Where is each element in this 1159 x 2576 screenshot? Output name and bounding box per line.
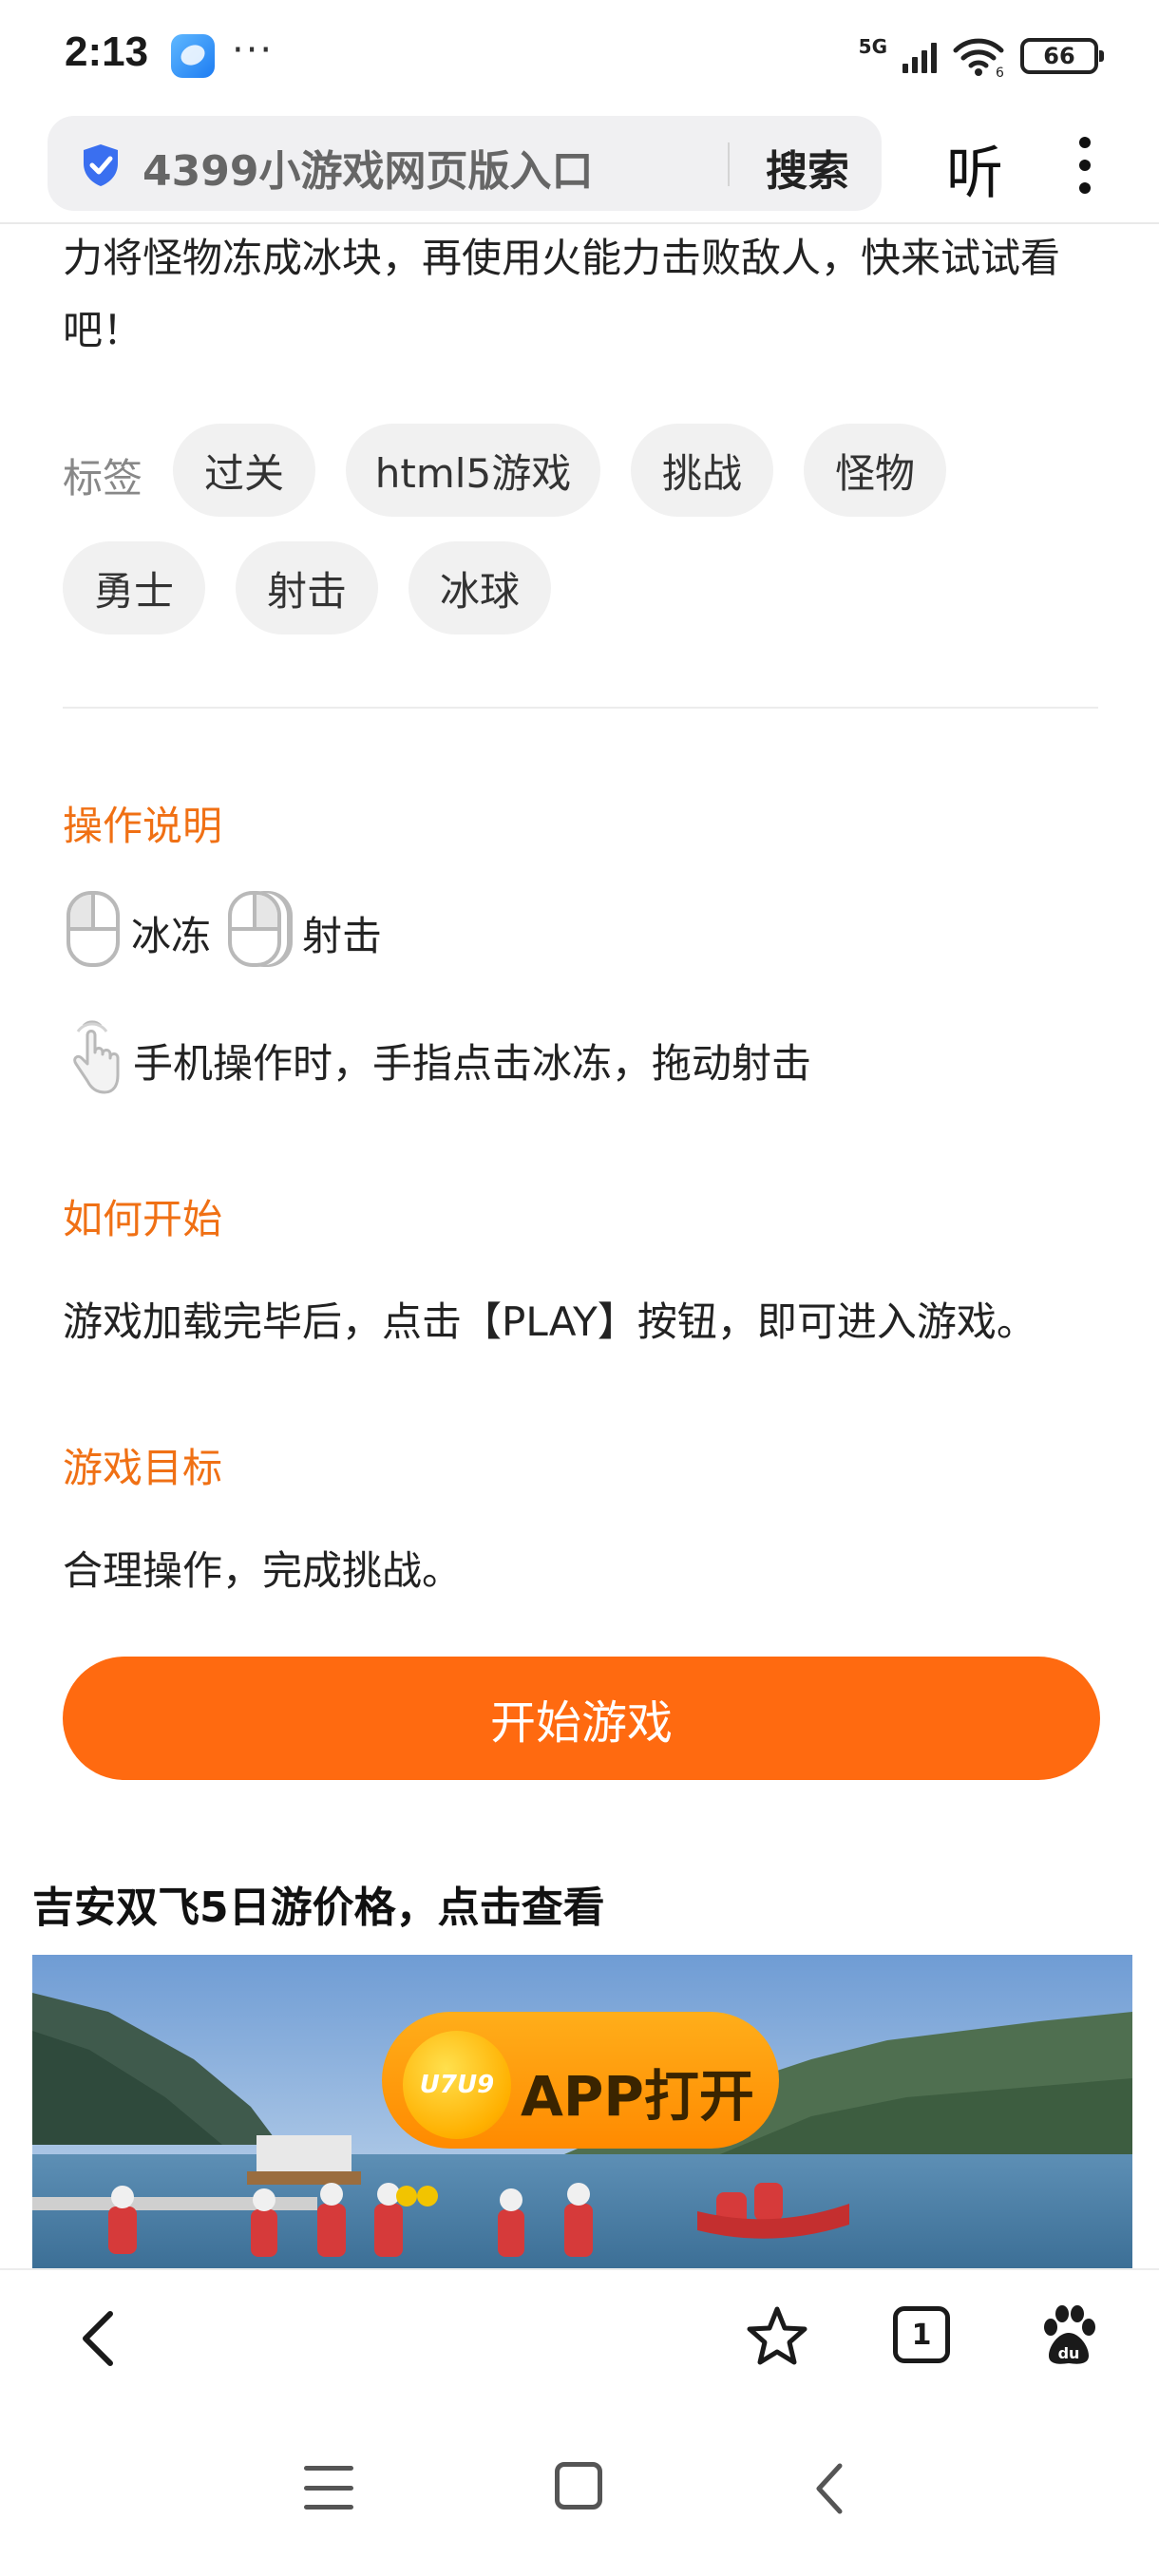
recents-menu-icon[interactable] xyxy=(304,2466,353,2510)
controls-title: 操作说明 xyxy=(63,803,223,849)
mouse-left-click-icon xyxy=(66,891,120,967)
browser-address-bar: 4399小游戏网页版入口 搜索 听 xyxy=(0,112,1159,224)
battery-icon: 66 xyxy=(1020,38,1104,74)
control-right-label: 射击 xyxy=(302,913,383,959)
address-separator xyxy=(728,142,730,186)
status-bar: 2:13 ··· 5G 6 66 xyxy=(0,0,1159,112)
goal-text: 合理操作，完成挑战。 xyxy=(63,1547,463,1594)
tag-chip[interactable]: 勇士 xyxy=(63,541,205,635)
hand-tap-icon xyxy=(73,1020,120,1094)
touch-instruction: 手机操作时，手指点击冰冻，拖动射击 xyxy=(133,1040,812,1087)
goal-title: 游戏目标 xyxy=(63,1445,223,1491)
back-icon[interactable] xyxy=(72,2308,129,2369)
wifi-icon: 6 xyxy=(953,38,1004,77)
system-back-icon[interactable] xyxy=(811,2460,849,2517)
search-button[interactable]: 搜索 xyxy=(766,137,849,198)
description-line: 吧！ xyxy=(63,307,143,353)
tag-chip[interactable]: 过关 xyxy=(173,424,315,517)
control-left-label: 冰冻 xyxy=(131,913,212,959)
bookmark-star-icon[interactable] xyxy=(745,2304,809,2369)
tag-chip[interactable]: 射击 xyxy=(236,541,378,635)
notification-app-icon xyxy=(171,34,215,78)
mouse-right-click-icon xyxy=(228,891,281,967)
tag-chip[interactable]: 冰球 xyxy=(408,541,551,635)
signal-icon xyxy=(902,39,937,73)
section-divider xyxy=(63,707,1098,709)
start-game-button[interactable]: 开始游戏 xyxy=(63,1657,1100,1780)
game-description: 力将怪物冻成冰块，再使用火能力击败敌人，快来试试看 吧！ xyxy=(63,222,1108,367)
tag-chip[interactable]: 挑战 xyxy=(631,424,773,517)
how-to-start-text: 游戏加载完毕后，点击【PLAY】按钮，即可进入游戏。 xyxy=(63,1298,1036,1345)
wifi-sub-label: 6 xyxy=(996,66,1004,77)
open-app-label: APP打开 xyxy=(521,2064,754,2129)
how-to-start-title: 如何开始 xyxy=(63,1196,223,1242)
network-type-label: 5G xyxy=(858,35,887,58)
system-navigation-bar xyxy=(0,2401,1159,2576)
address-field[interactable]: 4399小游戏网页版入口 搜索 xyxy=(48,116,882,211)
shield-icon xyxy=(84,144,118,186)
tabs-button[interactable]: 1 xyxy=(893,2306,950,2363)
status-time: 2:13 xyxy=(65,28,149,75)
baidu-paw-icon[interactable]: du xyxy=(1036,2302,1102,2369)
listen-button[interactable]: 听 xyxy=(946,127,1003,210)
app-logo: U7U9 xyxy=(403,2031,511,2139)
status-indicators: 5G 6 66 xyxy=(858,32,1104,80)
svg-text:du: du xyxy=(1058,2344,1080,2362)
browser-toolbar: 1 du xyxy=(0,2268,1159,2401)
tag-chip[interactable]: 怪物 xyxy=(804,424,946,517)
tab-count: 1 xyxy=(911,2318,932,2352)
battery-level: 66 xyxy=(1043,43,1075,69)
tags-label: 标签 xyxy=(63,455,143,502)
tag-chip[interactable]: html5游戏 xyxy=(346,424,600,517)
ad-title[interactable]: 吉安双飞5日游价格，点击查看 xyxy=(32,1873,605,1934)
description-line: 力将怪物冻成冰块，再使用火能力击败敌人，快来试试看 xyxy=(63,235,1061,281)
more-menu-icon[interactable] xyxy=(1079,137,1091,194)
home-icon[interactable] xyxy=(555,2462,602,2510)
more-notifications-icon: ··· xyxy=(232,28,275,72)
address-text: 4399小游戏网页版入口 xyxy=(142,147,594,196)
